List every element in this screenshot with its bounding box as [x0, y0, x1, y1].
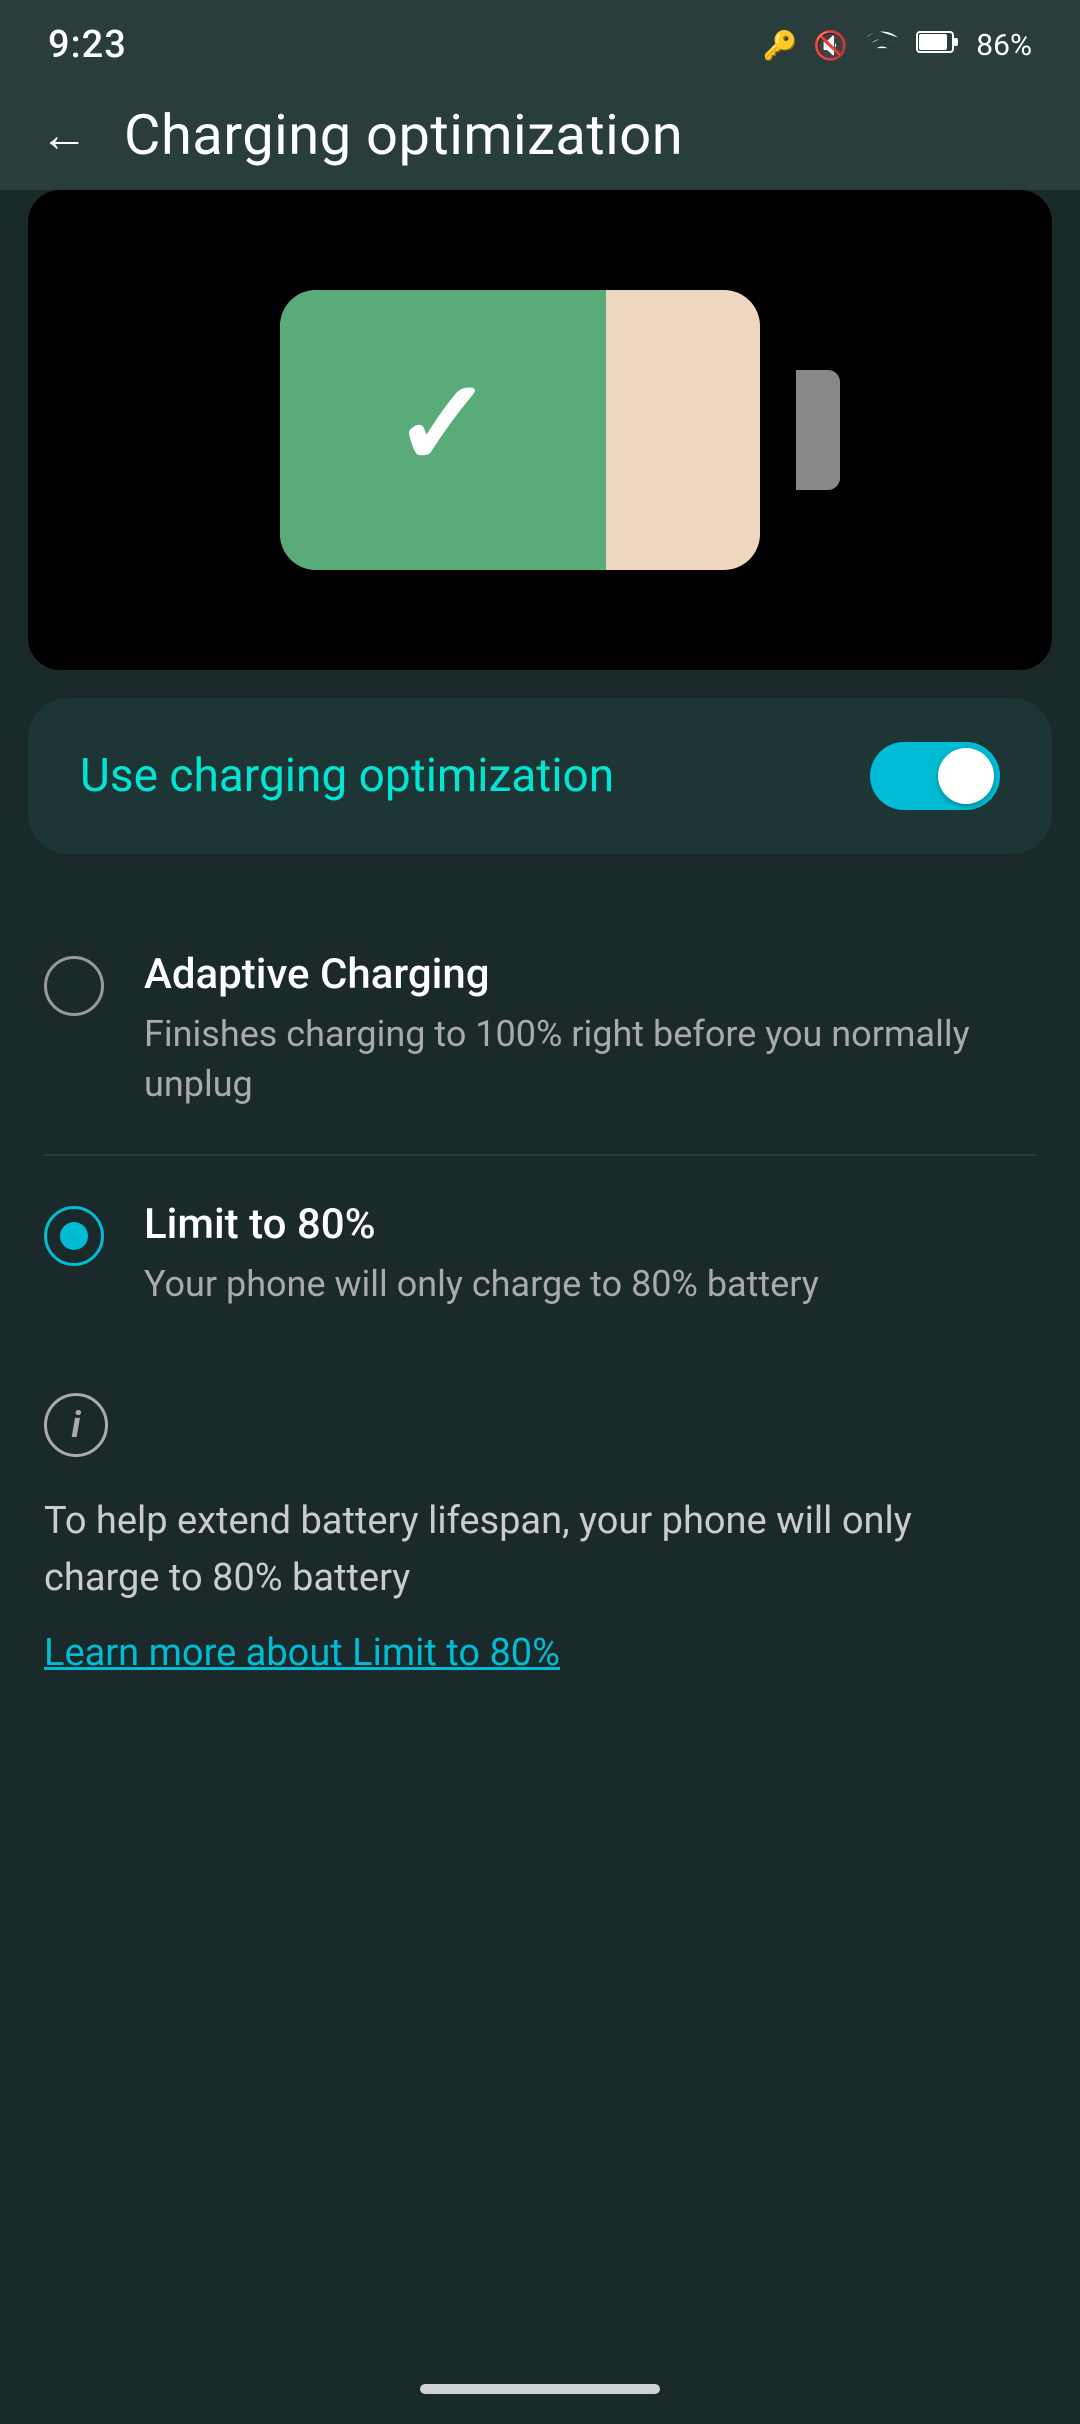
adaptive-charging-content: Adaptive Charging Finishes charging to 1… [144, 950, 1036, 1110]
charging-mode-options: Adaptive Charging Finishes charging to 1… [28, 906, 1052, 1353]
learn-more-link[interactable]: Learn more about Limit to 80% [44, 1631, 560, 1675]
checkmark-icon: ✓ [393, 365, 494, 485]
status-bar: 9:23 🔑 🔇 86% [0, 0, 1080, 80]
limit-80-radio[interactable] [44, 1206, 104, 1266]
key-icon: 🔑 [763, 29, 798, 62]
battery-terminal [796, 370, 840, 490]
page-title: Charging optimization [124, 102, 683, 168]
status-time: 9:23 [48, 23, 127, 67]
status-icons: 🔑 🔇 86% [763, 24, 1032, 67]
battery-icon [916, 28, 960, 63]
battery-percent: 86% [976, 28, 1032, 63]
adaptive-charging-option[interactable]: Adaptive Charging Finishes charging to 1… [28, 906, 1052, 1154]
back-button[interactable]: ← [40, 111, 88, 159]
info-i-symbol: i [71, 1404, 80, 1446]
battery-body: ✓ [280, 290, 760, 570]
limit-80-description: Your phone will only charge to 80% batte… [144, 1259, 1036, 1309]
battery-illustration-card: ✓ [28, 190, 1052, 670]
limit-80-content: Limit to 80% Your phone will only charge… [144, 1200, 1036, 1309]
adaptive-charging-radio[interactable] [44, 956, 104, 1016]
charging-optimization-toggle[interactable] [870, 742, 1000, 810]
home-indicator [420, 2384, 660, 2394]
wifi-icon [864, 24, 900, 67]
radio-selected-dot [60, 1222, 88, 1250]
toggle-label: Use charging optimization [80, 749, 614, 803]
info-icon: i [44, 1393, 108, 1457]
charging-optimization-toggle-card[interactable]: Use charging optimization [28, 698, 1052, 854]
info-section: i To help extend battery lifespan, your … [28, 1373, 1052, 1715]
info-body-text: To help extend battery lifespan, your ph… [44, 1493, 1036, 1607]
mute-icon: 🔇 [813, 29, 848, 62]
adaptive-charging-description: Finishes charging to 100% right before y… [144, 1009, 1036, 1110]
main-content: ✓ Use charging optimization Adaptive Cha… [0, 190, 1080, 1775]
toggle-knob [938, 748, 994, 804]
battery-illustration: ✓ [280, 290, 800, 570]
adaptive-charging-title: Adaptive Charging [144, 950, 1036, 999]
battery-fill: ✓ [280, 290, 606, 570]
limit-80-title: Limit to 80% [144, 1200, 1036, 1249]
toolbar: ← Charging optimization [0, 80, 1080, 190]
limit-80-option[interactable]: Limit to 80% Your phone will only charge… [28, 1156, 1052, 1353]
